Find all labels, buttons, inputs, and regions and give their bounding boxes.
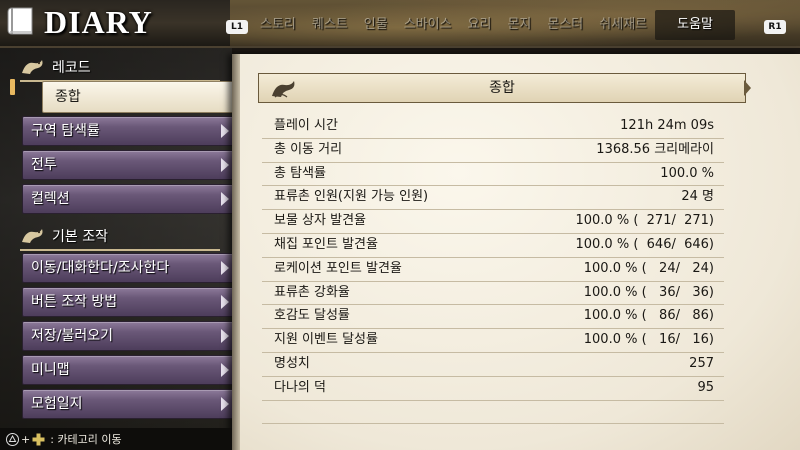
- stat-row: 로케이션 포인트 발견율 100.0 % ( 24/ 24): [262, 258, 724, 282]
- paper-edge: [232, 54, 240, 450]
- stat-name: 플레이 시간: [274, 118, 338, 133]
- tab-materials[interactable]: 쉬세재르: [591, 10, 655, 40]
- stat-row: 지원 이벤트 달성률 100.0 % ( 16/ 16): [262, 329, 724, 353]
- l1-button-icon[interactable]: L1: [226, 20, 248, 34]
- stat-row-empty: [262, 401, 724, 425]
- stat-value: 100.0 % ( 24/ 24): [583, 260, 714, 276]
- arrow-right-icon: [221, 397, 229, 411]
- dpad-icon: [32, 433, 45, 445]
- tab-cooking[interactable]: 요리: [460, 10, 500, 40]
- stat-name: 다나의 덕: [274, 379, 326, 395]
- stat-row: 명성치 257: [262, 353, 724, 377]
- arrow-right-icon: [221, 192, 229, 206]
- sidebar-item-label: 미니맵: [31, 362, 70, 378]
- stat-row: 호감도 달성률 100.0 % ( 86/ 86): [262, 305, 724, 330]
- app-title: DIARY: [44, 3, 153, 40]
- tab-story[interactable]: 스토리: [252, 10, 304, 40]
- stat-row: 보물 상자 발견율 100.0 % ( 271/ 271): [262, 210, 724, 234]
- stat-row: 플레이 시간 121h 24m 09s: [262, 115, 724, 139]
- arrow-right-icon: [221, 329, 229, 343]
- sidebar-item-save-load[interactable]: 저장/불러오기: [22, 321, 234, 351]
- stat-name: 호감도 달성률: [274, 308, 350, 324]
- control-hint-text: : 카테고리 이동: [50, 433, 122, 446]
- stat-value: 257: [689, 355, 714, 371]
- sidebar-item-label: 전투: [31, 157, 57, 173]
- selection-marker: [10, 79, 15, 95]
- sidebar-item-label: 모험일지: [31, 396, 83, 412]
- sidebar-item-minimap[interactable]: 미니맵: [22, 355, 234, 385]
- sidebar-item-area-exploration[interactable]: 구역 탐색률: [22, 116, 234, 146]
- top-bar: DIARY L1 스토리 퀘스트 인물 스바이스 요리 몬지 몬스터 쉬세재르 …: [0, 0, 800, 48]
- dragon-ornament-icon: [22, 229, 43, 243]
- stat-name: 채집 포인트 발견율: [274, 236, 378, 252]
- sidebar-item-label: 컬렉션: [31, 191, 70, 207]
- sidebar-item-move-talk-examine[interactable]: 이동/대화한다/조사한다: [22, 253, 234, 283]
- sidebar-item-button-controls[interactable]: 버튼 조작 방법: [22, 287, 234, 317]
- sidebar-item-collection[interactable]: 컬렉션: [22, 184, 234, 214]
- sidebar-item-overview[interactable]: 종합: [42, 81, 253, 113]
- stat-row: 총 탐색률 100.0 %: [262, 163, 724, 187]
- stat-value: 100.0 % ( 16/ 16): [583, 332, 714, 348]
- sidebar-item-label: 저장/불러오기: [31, 328, 113, 344]
- stat-name: 보물 상자 발견율: [274, 213, 366, 229]
- app-logo: DIARY: [6, 4, 153, 40]
- stat-value: 100.0 % ( 646/ 646): [575, 236, 714, 252]
- stat-row: 표류촌 인원(지원 가능 인원) 24 명: [262, 186, 724, 211]
- category-header-basic-controls: 기본 조작: [20, 223, 220, 251]
- stat-row: 다나의 덕 95: [262, 377, 724, 401]
- sidebar-item-battle[interactable]: 전투: [22, 150, 234, 180]
- stat-name: 지원 이벤트 달성률: [274, 332, 378, 348]
- plus-sign: +: [21, 432, 31, 446]
- sidebar-item-label: 버튼 조작 방법: [31, 294, 118, 310]
- r1-button-icon[interactable]: R1: [764, 20, 786, 34]
- tab-voice[interactable]: 스바이스: [396, 10, 460, 40]
- page-title-bar: 종합: [258, 73, 751, 103]
- stat-value: 100.0 % ( 271/ 271): [575, 213, 714, 229]
- stat-row: 표류촌 강화율 100.0 % ( 36/ 36): [262, 282, 724, 306]
- triangle-button-icon: [6, 432, 19, 446]
- stat-name: 총 탐색률: [274, 165, 326, 181]
- dragon-ornament-icon: [22, 60, 43, 74]
- arrow-right-icon: [221, 261, 229, 275]
- stats-list: 플레이 시간 121h 24m 09s 총 이동 거리 1368.56 크리메라이 …: [262, 115, 724, 425]
- stat-name: 표류촌 강화율: [274, 284, 350, 300]
- stat-row: 총 이동 거리 1368.56 크리메라이: [262, 139, 724, 163]
- category-label: 레코드: [52, 60, 91, 76]
- tab-quest[interactable]: 퀘스트: [304, 10, 356, 40]
- book-icon: [7, 7, 33, 35]
- arrow-right-icon: [744, 80, 751, 96]
- stat-name: 명성치: [274, 355, 310, 371]
- sidebar-item-label: 종합: [55, 89, 81, 105]
- stat-name: 총 이동 거리: [274, 141, 343, 157]
- stat-value: 100.0 %: [660, 165, 714, 181]
- tab-items[interactable]: 몬지: [499, 10, 539, 40]
- stat-name: 로케이션 포인트 발견율: [274, 260, 402, 276]
- arrow-right-icon: [221, 363, 229, 377]
- stat-value: 121h 24m 09s: [620, 118, 714, 133]
- stat-value: 24 명: [681, 189, 714, 205]
- control-hint: + : 카테고리 이동: [0, 428, 232, 450]
- tab-characters[interactable]: 인물: [356, 10, 396, 40]
- stat-row: 채집 포인트 발견율 100.0 % ( 646/ 646): [262, 234, 724, 258]
- tab-help[interactable]: 도움말: [655, 10, 736, 40]
- stat-value: 100.0 % ( 86/ 86): [583, 308, 714, 324]
- stat-value: 1368.56 크리메라이: [596, 141, 714, 157]
- arrow-right-icon: [221, 295, 229, 309]
- stat-value: 95: [697, 379, 714, 395]
- tab-monsters[interactable]: 몬스터: [539, 10, 591, 40]
- arrow-right-icon: [221, 124, 229, 138]
- tab-bar: 스토리 퀘스트 인물 스바이스 요리 몬지 몬스터 쉬세재르 도움말: [252, 8, 736, 42]
- sidebar-item-adventure-log[interactable]: 모험일지: [22, 389, 234, 419]
- stat-value: 100.0 % ( 36/ 36): [583, 284, 714, 300]
- arrow-right-icon: [221, 158, 229, 172]
- category-header-record: 레코드: [20, 54, 220, 82]
- category-label: 기본 조작: [52, 229, 108, 245]
- stat-name: 표류촌 인원(지원 가능 인원): [274, 189, 429, 205]
- sidebar-item-label: 이동/대화한다/조사한다: [31, 260, 170, 276]
- page-title: 종합: [489, 80, 515, 96]
- sidebar-item-label: 구역 탐색률: [31, 123, 100, 139]
